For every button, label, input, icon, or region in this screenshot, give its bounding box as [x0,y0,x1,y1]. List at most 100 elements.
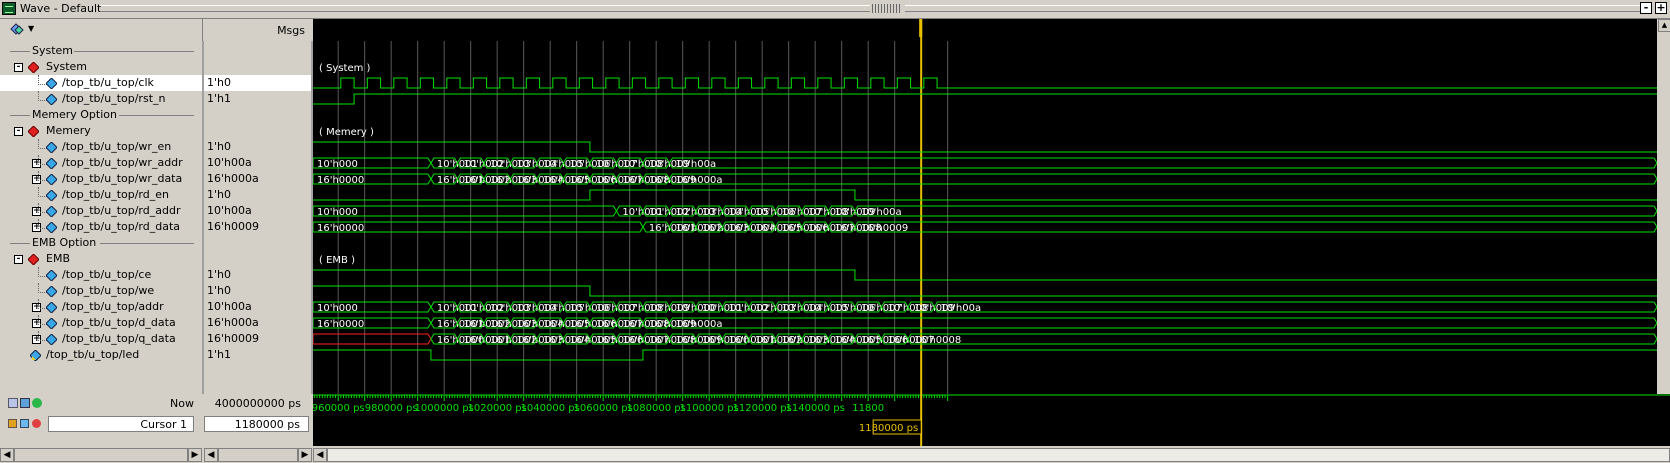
toolbar-icons[interactable] [8,398,48,410]
addr-wave-value: 10'h00a [940,303,981,314]
signal-wr-data[interactable]: +/top_tb/u_top/wr_data [0,171,202,187]
collapse-icon[interactable]: - [14,127,23,136]
group-label: System [46,60,88,73]
list-icon[interactable] [20,398,30,408]
rd-data-wave-value: 16'h0000 [317,223,364,234]
pencil-icon[interactable] [20,419,29,428]
q-data-wave-segment [907,333,1657,345]
value-ce[interactable]: 1'h0 [204,267,311,283]
value-d-data[interactable]: 16'h000a [204,315,311,331]
signal-value: 16'h000a [207,316,259,329]
rd-data-wave-segment [854,221,1657,233]
names-scroll-left[interactable]: ◀ [0,448,14,462]
signal-led[interactable]: /top_tb/u_top/led [0,347,202,363]
value-led[interactable]: 1'h1 [204,347,311,363]
signal-wr-en[interactable]: /top_tb/u_top/wr_en [0,139,202,155]
q-data-wave-segment [313,333,432,345]
value-rd-addr[interactable]: 10'h00a [204,203,311,219]
timeline-panel[interactable]: 960000 ps 980000 ps 1000000 ps 1020000 ps 10… [312,394,1670,446]
waveform-pane[interactable]: ( System ) ( Memery ) ( EMB ) 10'h000 10'h00… [313,19,1657,394]
signal-rd-data[interactable]: +/top_tb/u_top/rd_data [0,219,202,235]
dock-handle[interactable] [872,4,902,13]
signal-ce[interactable]: /top_tb/u_top/ce [0,267,202,283]
scroll-up-arrow[interactable]: ▲ [1658,19,1670,32]
ruler-label: 960000 ps [313,403,365,414]
value-addr[interactable]: 10'h00a [204,299,311,315]
signal-diamond-icon [46,334,57,345]
signal-value: 16'h0009 [207,332,259,345]
lock-icon[interactable] [8,419,17,428]
names-scroll-track[interactable] [14,448,188,462]
group-memery[interactable]: - Memery [0,123,202,139]
divider-emb-option[interactable]: EMB Option [0,235,202,251]
group-system[interactable]: - System [0,59,202,75]
title-bar[interactable]: Wave - Default - + [0,0,1670,19]
signal-values-pane[interactable]: 1'h0 1'h1 1'h0 10'h00a 16'h000a 1'h0 10'h00a 16… [204,41,313,394]
value-wr-addr[interactable]: 10'h00a [204,155,311,171]
value-we[interactable]: 1'h0 [204,283,311,299]
signal-rd-addr[interactable]: +/top_tb/u_top/rd_addr [0,203,202,219]
values-scroll-track[interactable] [218,448,298,462]
signal-we[interactable]: /top_tb/u_top/we [0,283,202,299]
values-scroll-right[interactable]: ▶ [298,448,312,462]
vertical-scrollbar[interactable]: ▲ [1657,19,1670,394]
rd-addr-wave-segment [854,205,1657,217]
add-icon[interactable] [8,398,18,408]
delete-cursor-icon[interactable] [32,419,41,428]
group-diamond-icon [28,254,39,265]
maximize-button[interactable]: + [1655,2,1667,14]
divider-memery-option[interactable]: Memery Option [0,107,202,123]
wr-addr-wave-value: 10'h000 [317,159,358,170]
signal-d-data[interactable]: +/top_tb/u_top/d_data [0,315,202,331]
signal-q-data[interactable]: +/top_tb/u_top/q_data [0,331,202,347]
waveform-canvas[interactable]: ( System ) ( Memery ) ( EMB ) 10'h000 10'h00… [313,19,1657,394]
undock-button[interactable]: - [1640,2,1652,14]
values-scroll-left[interactable]: ◀ [204,448,218,462]
ruler-label: 1040000 ps [521,403,580,414]
divider-system[interactable]: System [0,43,202,59]
signal-addr[interactable]: +/top_tb/u_top/addr [0,299,202,315]
collapse-icon[interactable]: - [14,63,23,72]
msgs-header: Msgs [277,24,305,37]
value-rd-data[interactable]: 16'h0009 [204,219,311,235]
wave-window: Wave - Default - + ▼ Msgs System - System /… [0,0,1670,463]
signal-diamond-icon [46,158,57,169]
value-rst-n[interactable]: 1'h1 [204,91,311,107]
wr-en-wave [313,141,1657,153]
horizontal-scrollbars[interactable]: ◀ ▶ ◀ ▶ ◀ [0,447,1670,463]
signal-names-pane[interactable]: System - System/top_tb/u_top/clk/top_tb/u_… [0,41,204,394]
wr-addr-wave-segment [668,157,1657,169]
wave-scroll-left[interactable]: ◀ [313,448,327,462]
cursor-tools[interactable] [8,417,46,431]
names-scroll-right[interactable]: ▶ [188,448,202,462]
emb-group-label: ( EMB ) [319,255,355,266]
wave-scroll-track[interactable] [327,448,1670,462]
signal-clk[interactable]: /top_tb/u_top/clk [0,75,202,91]
cursor-name-field[interactable]: Cursor 1 [48,416,194,432]
group-emb[interactable]: - EMB [0,251,202,267]
chevron-down-icon[interactable]: ▼ [28,24,34,33]
timeline-ruler[interactable]: 960000 ps 980000 ps1000000 ps1020000 ps10… [312,394,1670,446]
cursor-name: Cursor 1 [140,418,187,431]
signal-value: 16'h0009 [207,220,259,233]
cursor-time-field[interactable]: 1180000 ps [204,416,309,432]
signal-rd-en[interactable]: /top_tb/u_top/rd_en [0,187,202,203]
divider-line [119,115,194,116]
signal-value: 1'h0 [207,188,231,201]
collapse-icon[interactable]: - [14,255,23,264]
we-wave [313,285,1657,297]
ce-wave [313,269,1657,281]
wr-data-wave-segment [668,173,1657,185]
value-wr-en[interactable]: 1'h0 [204,139,311,155]
value-q-data[interactable]: 16'h0009 [204,331,311,347]
value-clk[interactable]: 1'h0 [204,75,311,91]
add-cursor-icon[interactable] [32,398,42,408]
signal-rst-n[interactable]: /top_tb/u_top/rst_n [0,91,202,107]
signal-value: 1'h1 [207,92,231,105]
signal-value: 10'h00a [207,156,252,169]
signal-wr-addr[interactable]: +/top_tb/u_top/wr_addr [0,155,202,171]
value-rd-en[interactable]: 1'h0 [204,187,311,203]
wave-dropdown-icon[interactable] [10,23,26,37]
divider-line [10,51,30,52]
value-wr-data[interactable]: 16'h000a [204,171,311,187]
